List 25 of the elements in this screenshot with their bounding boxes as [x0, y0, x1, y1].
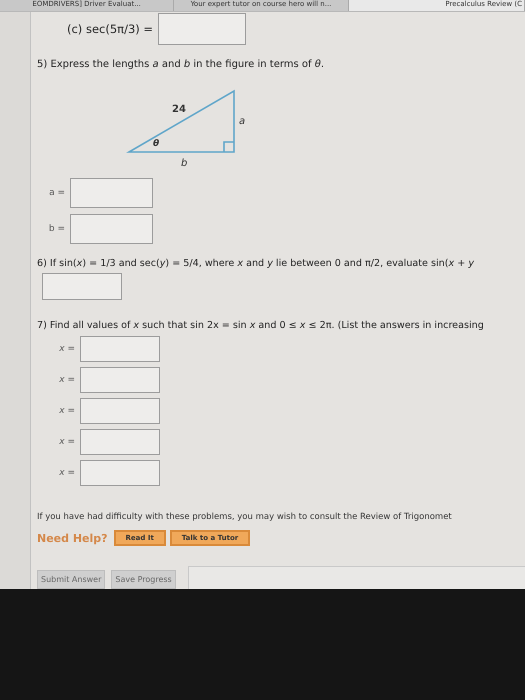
action-button[interactable]: Submit Answer	[37, 570, 106, 589]
answer-field[interactable]	[70, 214, 153, 244]
action-button[interactable]: Save Progress	[111, 570, 176, 589]
part-c-label: (c) sec(5π/3) =	[67, 22, 154, 36]
answer-field[interactable]	[158, 12, 246, 44]
answer-label: a =	[48, 188, 65, 198]
answer-field[interactable]	[70, 178, 153, 208]
answer-field[interactable]	[80, 429, 160, 455]
need-help-heading: Need Help?	[37, 532, 108, 544]
answer-label: x =	[58, 468, 75, 478]
answer-field[interactable]	[80, 367, 160, 393]
answer-label: x =	[58, 375, 75, 385]
answer-field[interactable]	[42, 273, 122, 300]
answer-label: x =	[58, 406, 75, 416]
help-text: If you have had difficulty with these problems, you may wish to consult the Review of Trigonomet	[37, 512, 453, 522]
question-text: 6) If sin(x) = 1/3 and sec(y) = 5/4, where x and y lie between 0 and π/2, evaluate sin(x + y	[37, 258, 476, 269]
answer-label: b =	[48, 224, 65, 234]
answer-label: x =	[58, 344, 75, 354]
question-text: 5) Express the lengths a and b in the figure in terms of θ.	[37, 59, 326, 70]
answer-field[interactable]	[80, 398, 160, 424]
answer-field[interactable]	[80, 460, 160, 486]
question-text: 7) Find all values of x such that sin 2x = sin x and 0 ≤ x ≤ 2π. (List the answers in increasing	[37, 320, 485, 331]
answer-label: x =	[58, 437, 75, 447]
answer-field[interactable]	[80, 336, 160, 362]
right-triangle-drawing: 24 a θ b	[117, 82, 257, 172]
